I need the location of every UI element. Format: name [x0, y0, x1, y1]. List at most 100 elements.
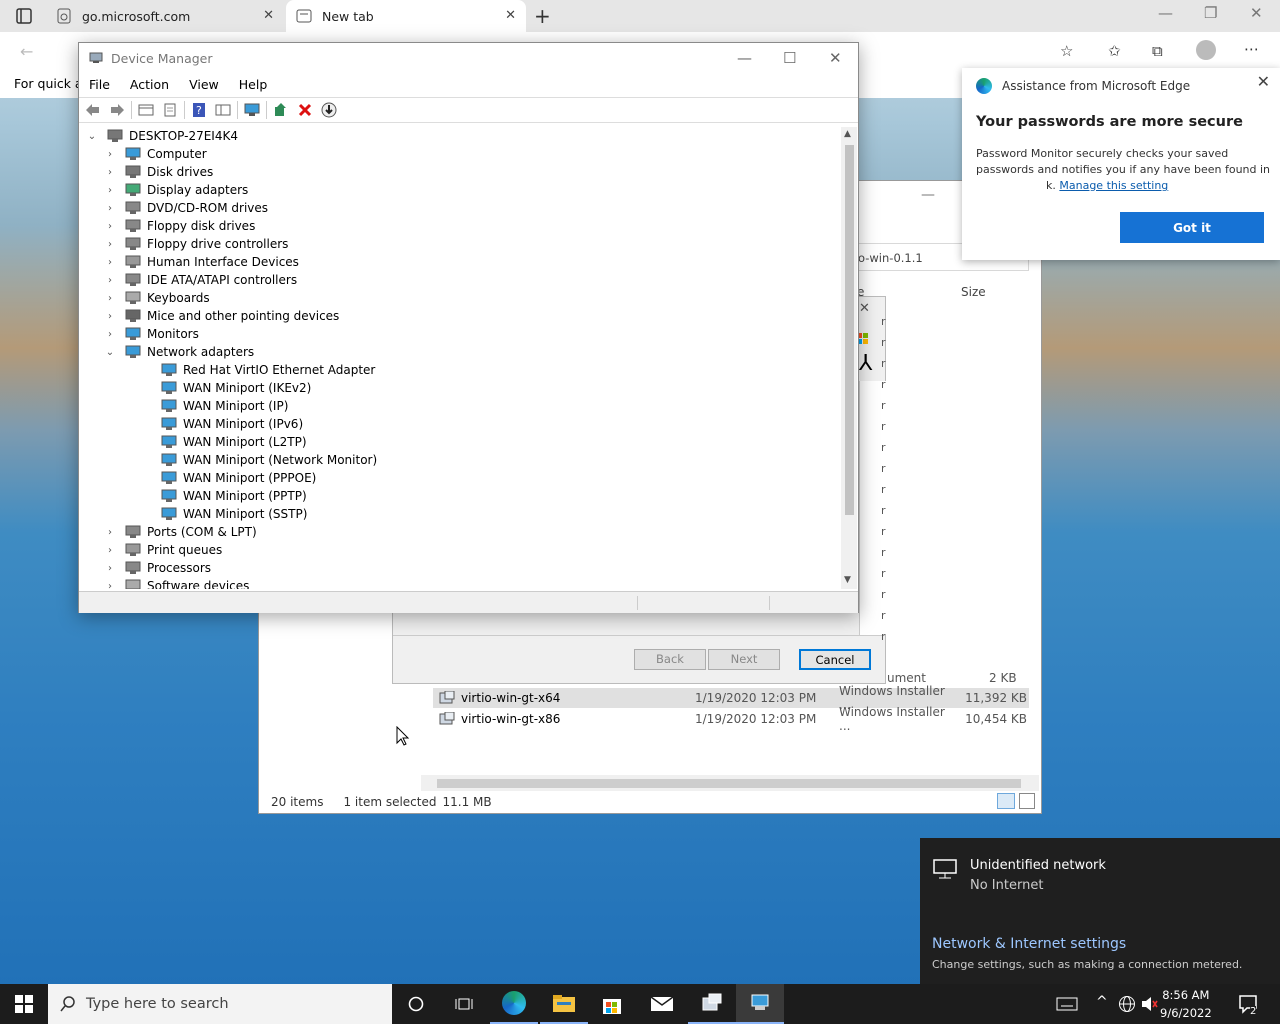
large-icons-view-icon[interactable]: [1019, 793, 1035, 809]
more-icon[interactable]: ⋯: [1244, 40, 1259, 58]
tree-root[interactable]: ⌄ DESKTOP-27EI4K4: [87, 127, 238, 145]
add-favorite-icon[interactable]: ☆: [1060, 42, 1073, 60]
tree-category[interactable]: › Keyboards: [105, 289, 210, 307]
tree-category[interactable]: › Human Interface Devices: [105, 253, 299, 271]
restore-icon[interactable]: ❐: [1204, 4, 1217, 22]
minimize-icon[interactable]: —: [921, 187, 935, 203]
volume-muted-icon[interactable]: [1140, 996, 1158, 1012]
expand-toggle-icon[interactable]: ›: [105, 185, 115, 196]
tab-go-microsoft[interactable]: go.microsoft.com ✕: [46, 0, 284, 32]
start-button[interactable]: [0, 984, 48, 1024]
minimize-icon[interactable]: —: [737, 49, 752, 67]
menu-help[interactable]: Help: [229, 73, 278, 95]
update-driver-icon[interactable]: [271, 101, 291, 119]
disable-device-icon[interactable]: [319, 101, 339, 119]
tree-category[interactable]: › Ports (COM & LPT): [105, 523, 257, 541]
tree-category[interactable]: › Computer: [105, 145, 207, 163]
profile-avatar[interactable]: [1196, 40, 1216, 60]
manage-setting-link[interactable]: Manage this setting: [1059, 179, 1168, 192]
file-explorer-taskbar-icon[interactable]: [540, 984, 588, 1024]
next-button[interactable]: Next: [708, 649, 780, 670]
view-pane-icon[interactable]: [213, 101, 233, 119]
favorites-icon[interactable]: ✩: [1108, 42, 1121, 60]
file-row[interactable]: virtio-win-gt-x86 1/19/2020 12:03 PM Win…: [433, 705, 1029, 733]
menu-action[interactable]: Action: [120, 73, 179, 95]
menu-file[interactable]: File: [79, 73, 120, 95]
close-window-icon[interactable]: ✕: [1250, 4, 1263, 22]
close-icon[interactable]: ✕: [829, 49, 842, 67]
back-icon[interactable]: ←: [20, 42, 33, 61]
clock[interactable]: 8:56 AM 9/6/2022: [1160, 986, 1212, 1022]
expand-toggle-icon[interactable]: ›: [105, 293, 115, 304]
expand-toggle-icon[interactable]: ›: [105, 329, 115, 340]
task-view-icon[interactable]: [440, 984, 488, 1024]
scroll-up-icon[interactable]: ▲: [844, 129, 851, 139]
edge-taskbar-icon[interactable]: [490, 984, 538, 1024]
tree-category[interactable]: › Disk drives: [105, 163, 213, 181]
horizontal-scrollbar[interactable]: [421, 775, 1039, 791]
expand-toggle-icon[interactable]: ›: [105, 203, 115, 214]
tree-category[interactable]: ⌄ Network adapters: [105, 343, 254, 361]
network-settings-link[interactable]: Network & Internet settings: [932, 936, 1126, 952]
close-icon[interactable]: ✕: [859, 301, 870, 316]
network-name[interactable]: Unidentified network: [970, 858, 1106, 873]
tree-device[interactable]: WAN Miniport (Network Monitor): [141, 451, 377, 469]
tree-category[interactable]: › Software devices: [105, 577, 249, 589]
help-book-icon[interactable]: ?: [189, 101, 209, 119]
back-arrow-icon[interactable]: [83, 101, 103, 119]
store-icon[interactable]: [588, 984, 636, 1024]
tab-new-tab[interactable]: New tab ✕: [286, 0, 526, 32]
menu-view[interactable]: View: [179, 73, 229, 95]
details-view-icon[interactable]: [997, 793, 1015, 809]
expand-toggle-icon[interactable]: ⌄: [87, 131, 97, 142]
tree-category[interactable]: › IDE ATA/ATAPI controllers: [105, 271, 297, 289]
expand-toggle-icon[interactable]: ›: [105, 239, 115, 250]
expand-toggle-icon[interactable]: ›: [105, 167, 115, 178]
expand-toggle-icon[interactable]: ›: [105, 527, 115, 538]
minimize-icon[interactable]: —: [1158, 4, 1173, 22]
tree-category[interactable]: › Processors: [105, 559, 211, 577]
tree-device[interactable]: WAN Miniport (SSTP): [141, 505, 307, 523]
scrollbar-thumb[interactable]: [437, 779, 1021, 788]
taskbar-search[interactable]: Type here to search: [48, 984, 392, 1024]
vertical-scrollbar[interactable]: ▲ ▼: [841, 127, 857, 589]
tree-category[interactable]: › Floppy drive controllers: [105, 235, 288, 253]
expand-toggle-icon[interactable]: ›: [105, 257, 115, 268]
tree-device[interactable]: WAN Miniport (L2TP): [141, 433, 307, 451]
tree-category[interactable]: › DVD/CD-ROM drives: [105, 199, 268, 217]
device-manager-taskbar-icon[interactable]: [736, 984, 784, 1024]
tree-category[interactable]: › Mice and other pointing devices: [105, 307, 339, 325]
tree-category[interactable]: › Print queues: [105, 541, 222, 559]
tab-actions-icon[interactable]: [16, 8, 32, 24]
column-header-size[interactable]: Size: [961, 285, 986, 299]
network-globe-icon[interactable]: [1118, 995, 1136, 1013]
tree-category[interactable]: › Floppy disk drives: [105, 217, 255, 235]
forward-arrow-icon[interactable]: [107, 101, 127, 119]
installer-taskbar-icon[interactable]: [688, 984, 736, 1024]
expand-toggle-icon[interactable]: ›: [105, 563, 115, 574]
tree-category[interactable]: › Monitors: [105, 325, 199, 343]
tree-device[interactable]: WAN Miniport (PPPOE): [141, 469, 316, 487]
tree-device[interactable]: WAN Miniport (IKEv2): [141, 379, 311, 397]
chevron-up-icon[interactable]: ^: [1096, 994, 1108, 1010]
scrollbar-thumb[interactable]: [845, 145, 854, 515]
expand-toggle-icon[interactable]: ›: [105, 581, 115, 590]
expand-toggle-icon[interactable]: ⌄: [105, 347, 115, 358]
got-it-button[interactable]: Got it: [1120, 212, 1264, 243]
uninstall-device-icon[interactable]: [295, 101, 315, 119]
back-button[interactable]: Back: [634, 649, 706, 670]
new-tab-button[interactable]: +: [534, 4, 551, 28]
keyboard-icon[interactable]: [1056, 996, 1078, 1012]
expand-toggle-icon[interactable]: ›: [105, 149, 115, 160]
expand-toggle-icon[interactable]: ›: [105, 311, 115, 322]
cancel-button[interactable]: Cancel: [799, 649, 871, 670]
scroll-down-icon[interactable]: ▼: [844, 575, 851, 585]
expand-toggle-icon[interactable]: ›: [105, 275, 115, 286]
tree-device[interactable]: Red Hat VirtIO Ethernet Adapter: [141, 361, 375, 379]
close-tab-icon[interactable]: ✕: [263, 8, 274, 23]
close-icon[interactable]: ✕: [1257, 72, 1270, 91]
tree-device[interactable]: WAN Miniport (PPTP): [141, 487, 307, 505]
title-bar[interactable]: Device Manager — ☐ ✕: [79, 43, 858, 73]
expand-toggle-icon[interactable]: ›: [105, 221, 115, 232]
tree-device[interactable]: WAN Miniport (IP): [141, 397, 288, 415]
